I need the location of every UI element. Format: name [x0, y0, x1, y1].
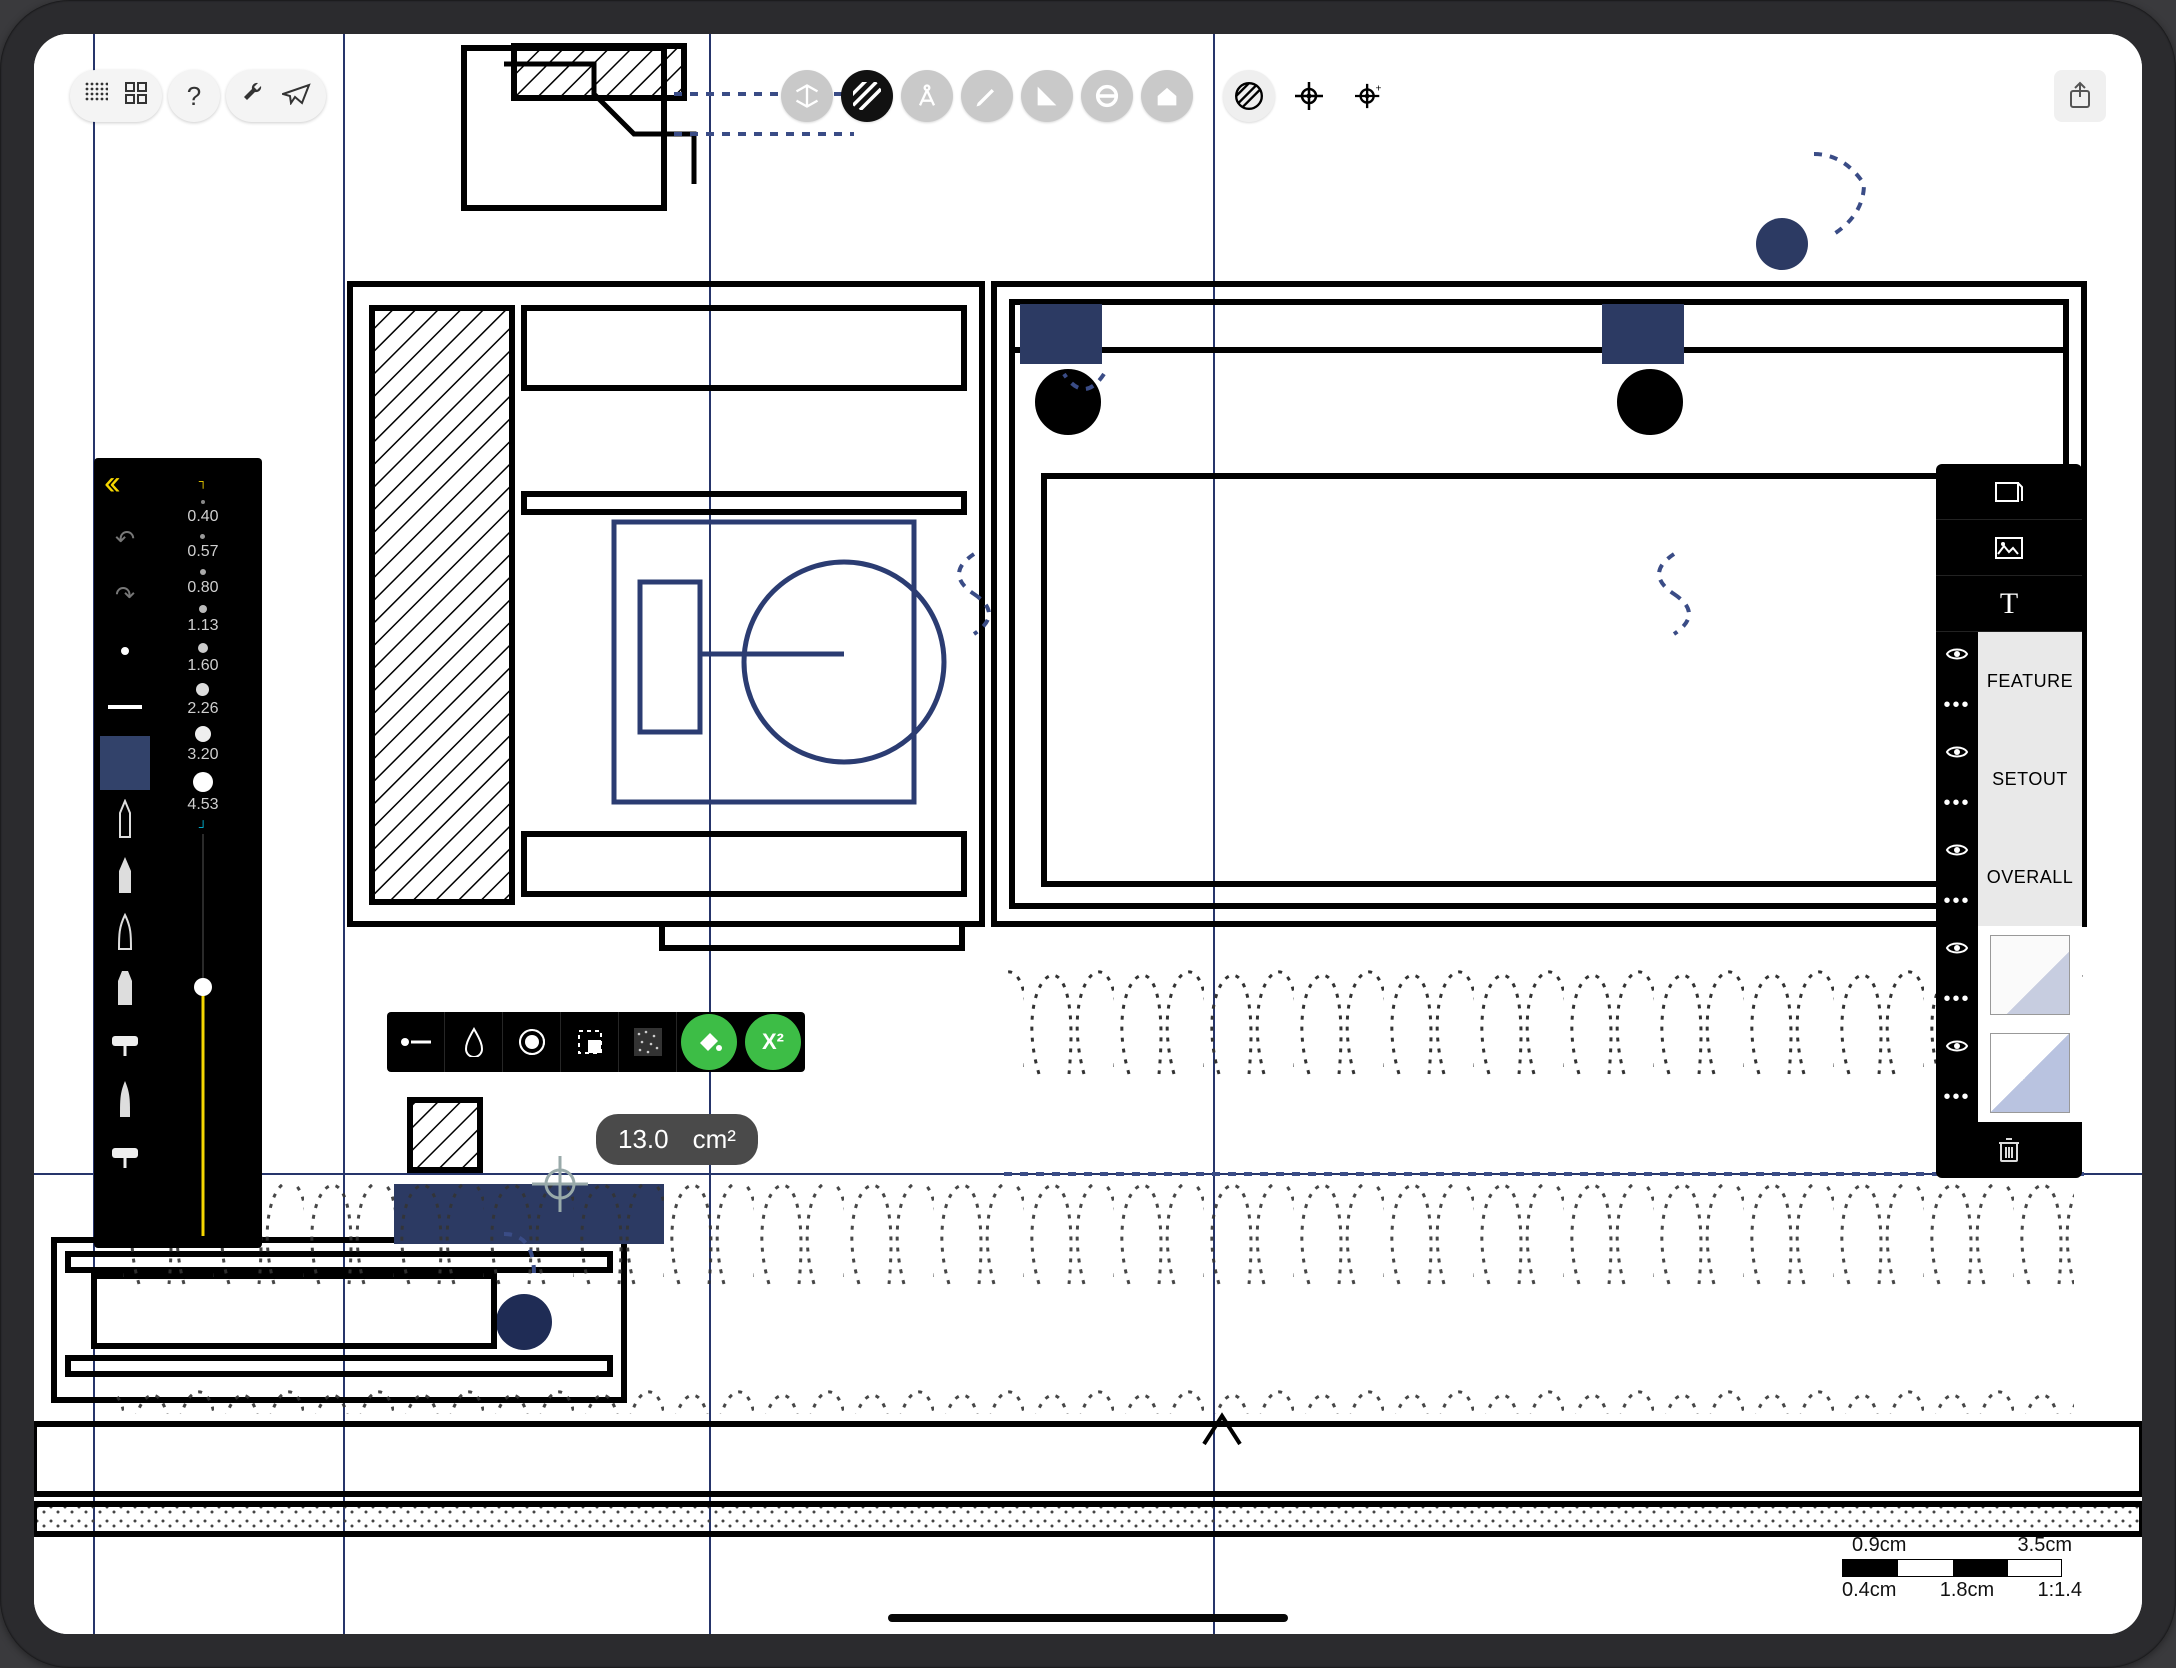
top-left-toolbar: ?	[70, 70, 326, 122]
more-icon[interactable]: •••	[1943, 792, 1970, 815]
style-dotline-button[interactable]	[387, 1012, 445, 1072]
app-screen: ?	[34, 34, 2142, 1634]
ipad-frame: ?	[0, 0, 2176, 1668]
roller-1-button[interactable]	[100, 1016, 150, 1070]
help-button[interactable]: ?	[168, 70, 220, 122]
hatch-button[interactable]	[841, 70, 893, 122]
pencil-button[interactable]	[961, 70, 1013, 122]
grid-sparse-icon[interactable]	[124, 81, 148, 112]
grid-toggle-group	[70, 70, 162, 122]
scale-legend: 0.9cm3.5cm 0.4cm 1.8cm 1:1.4	[1842, 1534, 2082, 1602]
pen-marker-button[interactable]	[100, 960, 150, 1014]
more-icon[interactable]: •••	[1943, 694, 1970, 717]
scale-bar	[1842, 1559, 2062, 1577]
delete-layer-button[interactable]	[1936, 1122, 2082, 1178]
eye-icon[interactable]	[1945, 1037, 1969, 1060]
measure-value: 13.0	[618, 1124, 669, 1155]
layer-label: SETOUT	[1978, 730, 2082, 828]
more-icon[interactable]: •••	[1943, 1086, 1970, 1109]
hatch-diag-button[interactable]	[1223, 70, 1275, 122]
style-dashedbox-button[interactable]	[561, 1012, 619, 1072]
eye-icon[interactable]	[1945, 841, 1969, 864]
layer-thumbnail	[1978, 926, 2082, 1024]
image-layer-button[interactable]	[1936, 520, 2082, 576]
stroke-dot-button[interactable]	[100, 624, 150, 678]
triangle-button[interactable]	[1021, 70, 1073, 122]
brush-panel: ‹‹ ↶ ↷ ┐	[94, 458, 262, 1248]
top-center-toolbar: +	[781, 70, 1395, 122]
target-button[interactable]	[1283, 70, 1335, 122]
home-indicator	[888, 1614, 1288, 1622]
tools-group	[226, 70, 326, 122]
layer-label: OVERALL	[1978, 828, 2082, 926]
pen-fine-button[interactable]	[100, 792, 150, 846]
layer-thumbnail	[1978, 1024, 2082, 1122]
formula-button[interactable]: X²	[745, 1014, 801, 1070]
canvas[interactable]	[34, 34, 2142, 1634]
more-icon[interactable]: •••	[1943, 890, 1970, 913]
move-3d-button[interactable]	[781, 70, 833, 122]
layer-overall[interactable]: ••• OVERALL	[1936, 828, 2082, 926]
size-slider[interactable]	[154, 834, 252, 1236]
eye-icon[interactable]	[1945, 645, 1969, 668]
new-layer-button[interactable]	[1936, 464, 2082, 520]
help-icon: ?	[187, 81, 201, 112]
style-droplet-button[interactable]	[445, 1012, 503, 1072]
offset-button[interactable]	[1081, 70, 1133, 122]
layer-label: FEATURE	[1978, 632, 2082, 730]
panel-collapse-button[interactable]: ‹‹	[104, 464, 115, 503]
style-noise-button[interactable]	[619, 1012, 677, 1072]
pen-ink-button[interactable]	[100, 1072, 150, 1126]
layer-setout[interactable]: ••• SETOUT	[1936, 730, 2082, 828]
measure-unit: cm²	[693, 1124, 736, 1155]
roller-2-button[interactable]	[100, 1128, 150, 1182]
svg-text:+: +	[1376, 83, 1382, 94]
redo-button[interactable]: ↷	[100, 568, 150, 622]
grid-dense-icon[interactable]	[84, 81, 108, 112]
share-button[interactable]	[2054, 70, 2106, 122]
undo-button[interactable]: ↶	[100, 512, 150, 566]
layer-feature[interactable]: ••• FEATURE	[1936, 632, 2082, 730]
style-rings-button[interactable]	[503, 1012, 561, 1072]
color-navy-button[interactable]	[100, 736, 150, 790]
target-plus-button[interactable]: +	[1343, 70, 1395, 122]
measurement-readout: 13.0 cm²	[596, 1114, 758, 1165]
compass-button[interactable]	[901, 70, 953, 122]
layer-thumb-2[interactable]: •••	[1936, 1024, 2082, 1122]
pen-brush-button[interactable]	[100, 904, 150, 958]
pen-med-button[interactable]	[100, 848, 150, 902]
eye-icon[interactable]	[1945, 743, 1969, 766]
stroke-line-button[interactable]	[100, 680, 150, 734]
paper-plane-icon[interactable]	[282, 81, 312, 112]
fill-bucket-button[interactable]	[681, 1014, 737, 1070]
more-icon[interactable]: •••	[1943, 988, 1970, 1011]
size-marker[interactable]: 0.40 0.57 0.80 1.13 1.60 2.26 3.20	[187, 500, 218, 818]
text-layer-button[interactable]: T	[1936, 576, 2082, 632]
home-button[interactable]	[1141, 70, 1193, 122]
eye-icon[interactable]	[1945, 939, 1969, 962]
fill-options-popup: X²	[387, 1012, 805, 1072]
layer-thumb-1[interactable]: •••	[1936, 926, 2082, 1024]
wrench-icon[interactable]	[240, 80, 266, 113]
layers-panel: T ••• FEATURE ••• SETOUT	[1936, 464, 2082, 1178]
size-column: ┐ 0.40 0.57 0.80 1.13 1.60 2	[150, 468, 256, 1242]
cursor-crosshair-icon	[532, 1156, 588, 1212]
